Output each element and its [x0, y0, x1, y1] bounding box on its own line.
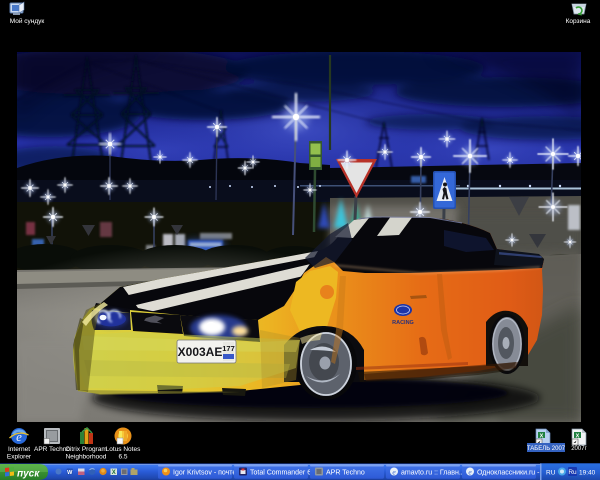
- svg-text:RACING: RACING: [392, 320, 414, 326]
- svg-text:пуск: пуск: [17, 469, 40, 480]
- svg-text:Neighborhood: Neighborhood: [66, 454, 107, 461]
- svg-text:2007г: 2007г: [571, 446, 587, 452]
- svg-text:ТАБЕЛЬ 2007: ТАБЕЛЬ 2007: [527, 446, 566, 452]
- svg-text:W: W: [67, 470, 73, 476]
- svg-text:Одноклассники.ru - ...: Одноклассники.ru - ...: [477, 470, 547, 477]
- svg-text:Корзина: Корзина: [566, 18, 591, 25]
- svg-text:6.5: 6.5: [118, 454, 127, 461]
- svg-text:Ru: Ru: [568, 469, 577, 476]
- svg-text:Citrix Program: Citrix Program: [65, 446, 107, 453]
- svg-text:Lotus Notes: Lotus Notes: [106, 446, 141, 453]
- svg-text:177: 177: [222, 344, 235, 353]
- svg-text:19:40: 19:40: [579, 470, 596, 477]
- svg-text:Мой сундук: Мой сундук: [10, 17, 45, 25]
- svg-text:Igor Krivtsov - почте...: Igor Krivtsov - почте...: [173, 470, 242, 477]
- svg-text:e: e: [16, 429, 22, 444]
- svg-text:X: X: [112, 470, 116, 476]
- svg-text:APR Techno: APR Techno: [326, 470, 365, 477]
- svg-text:amavto.ru :: Главн...: amavto.ru :: Главн...: [401, 470, 465, 477]
- svg-text:X: X: [540, 434, 544, 440]
- svg-text:RU: RU: [546, 470, 556, 477]
- svg-text:Internet: Internet: [8, 446, 30, 453]
- svg-text:X: X: [576, 434, 580, 440]
- svg-text:Х003АЕ: Х003АЕ: [178, 345, 223, 359]
- svg-text:Explorer: Explorer: [7, 454, 32, 461]
